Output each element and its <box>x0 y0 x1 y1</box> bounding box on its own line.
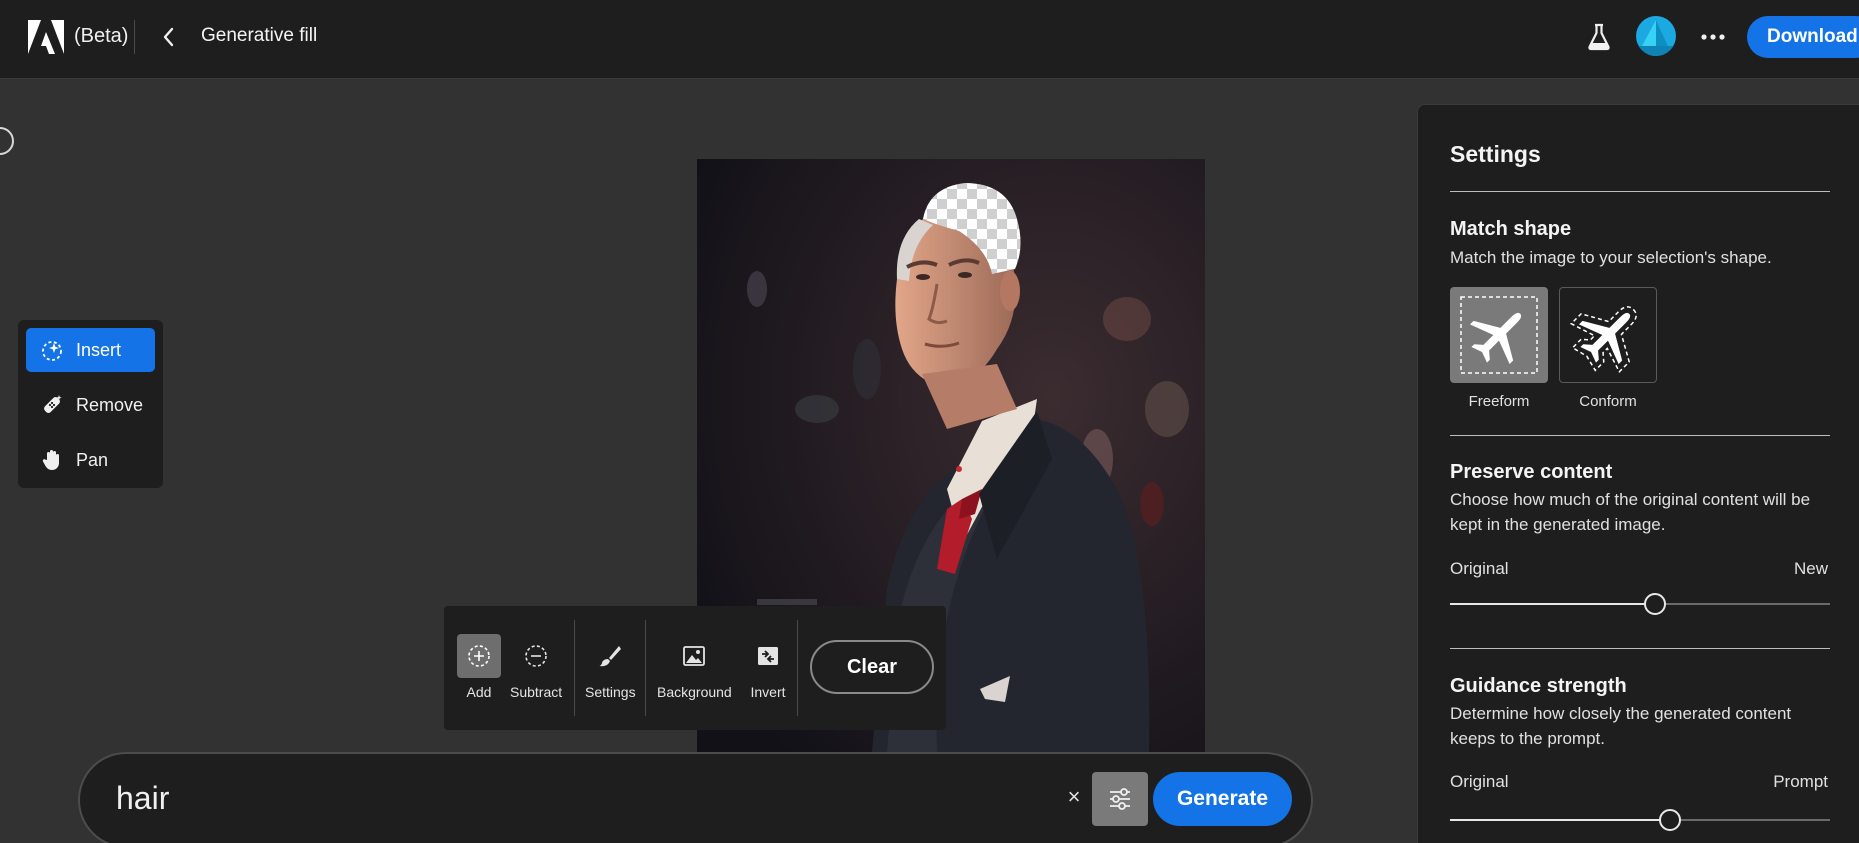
prompt-settings-button[interactable] <box>1092 772 1148 826</box>
adobe-logo-icon[interactable] <box>28 20 64 54</box>
background-button[interactable]: Background <box>657 634 732 700</box>
remove-bandage-icon <box>40 393 64 417</box>
invert-label: Invert <box>750 684 786 700</box>
tool-pan-label: Pan <box>76 449 109 470</box>
add-label: Add <box>466 684 492 700</box>
add-selection-button[interactable]: Add <box>457 634 501 700</box>
background-label: Background <box>657 684 732 700</box>
avatar[interactable] <box>1636 16 1676 56</box>
airplane-conform-icon <box>1569 306 1637 374</box>
match-shape-description: Match the image to your selection's shap… <box>1450 248 1772 267</box>
conform-label: Conform <box>1579 393 1637 410</box>
labs-button[interactable] <box>1584 20 1614 54</box>
tool-remove-label: Remove <box>76 394 144 415</box>
invert-button[interactable]: Invert <box>746 634 790 700</box>
preserve-min-label: Original <box>1450 559 1509 578</box>
clear-button[interactable]: Clear <box>810 640 934 694</box>
slider-fill <box>1450 603 1655 605</box>
hand-icon <box>40 448 64 472</box>
tool-pan[interactable]: Pan <box>26 438 155 482</box>
clear-prompt-button[interactable]: × <box>1060 780 1088 814</box>
conform-option[interactable] <box>1559 287 1657 383</box>
freeform-option[interactable] <box>1450 287 1548 383</box>
slider-thumb[interactable] <box>1644 593 1666 615</box>
slider-fill <box>1450 819 1670 821</box>
settings-divider <box>1450 648 1830 649</box>
prompt-bar: × Generate <box>78 752 1313 843</box>
selection-toolbar: Add Subtract Settings Background Invert … <box>444 606 946 730</box>
tool-remove[interactable]: Remove <box>26 383 155 427</box>
settings-divider <box>1450 435 1830 436</box>
subtract-circle-icon <box>525 645 547 667</box>
generate-button[interactable]: Generate <box>1153 772 1292 826</box>
settings-title: Settings <box>1450 141 1541 167</box>
subtract-selection-button[interactable]: Subtract <box>510 634 562 700</box>
header-divider <box>134 20 135 54</box>
guidance-strength-heading: Guidance strength <box>1450 675 1627 697</box>
sliders-icon <box>1110 788 1130 810</box>
download-button[interactable]: Download <box>1747 16 1859 58</box>
page-title: Generative fill <box>201 25 318 46</box>
preserve-content-slider[interactable] <box>1450 592 1830 616</box>
top-bar: (Beta) Generative fill Download <box>0 0 1859 79</box>
insert-sparkle-icon <box>40 338 64 362</box>
toolbar-divider <box>574 620 575 716</box>
subtract-label: Subtract <box>510 684 563 700</box>
slider-thumb[interactable] <box>1659 809 1681 831</box>
tool-insert-label: Insert <box>76 339 122 360</box>
match-shape-heading: Match shape <box>1450 218 1572 240</box>
more-options-button[interactable] <box>1697 22 1729 52</box>
ellipsis-icon <box>1701 34 1725 40</box>
brush-settings-button[interactable]: Settings <box>585 634 636 700</box>
preserve-content-description: Choose how much of the original content … <box>1450 490 1811 534</box>
settings-panel: Settings Match shape Match the image to … <box>1417 104 1859 843</box>
brush-icon <box>599 646 622 667</box>
chevron-left-icon <box>163 27 174 47</box>
beta-label: (Beta) <box>74 25 129 47</box>
guidance-max-label: Prompt <box>1773 772 1828 791</box>
guidance-strength-slider[interactable] <box>1450 808 1830 832</box>
guidance-strength-description: Determine how closely the generated cont… <box>1450 704 1792 748</box>
add-circle-icon <box>468 645 490 667</box>
toolbar-divider <box>645 620 646 716</box>
preserve-max-label: New <box>1793 559 1828 578</box>
flask-icon <box>1588 23 1610 51</box>
image-icon <box>683 646 706 666</box>
tool-insert[interactable]: Insert <box>26 328 155 372</box>
freeform-label: Freeform <box>1468 393 1530 410</box>
settings-divider <box>1450 191 1830 192</box>
back-button[interactable] <box>155 22 183 52</box>
settings-label: Settings <box>585 684 636 700</box>
toolbar-divider <box>797 620 798 716</box>
prompt-input[interactable] <box>116 776 996 820</box>
preserve-content-heading: Preserve content <box>1450 461 1613 483</box>
tool-panel: Insert Remove Pan <box>18 320 163 488</box>
guidance-min-label: Original <box>1450 772 1509 791</box>
canvas-handle[interactable] <box>0 127 14 155</box>
invert-icon <box>758 647 778 665</box>
airplane-freeform-icon <box>1460 296 1538 374</box>
